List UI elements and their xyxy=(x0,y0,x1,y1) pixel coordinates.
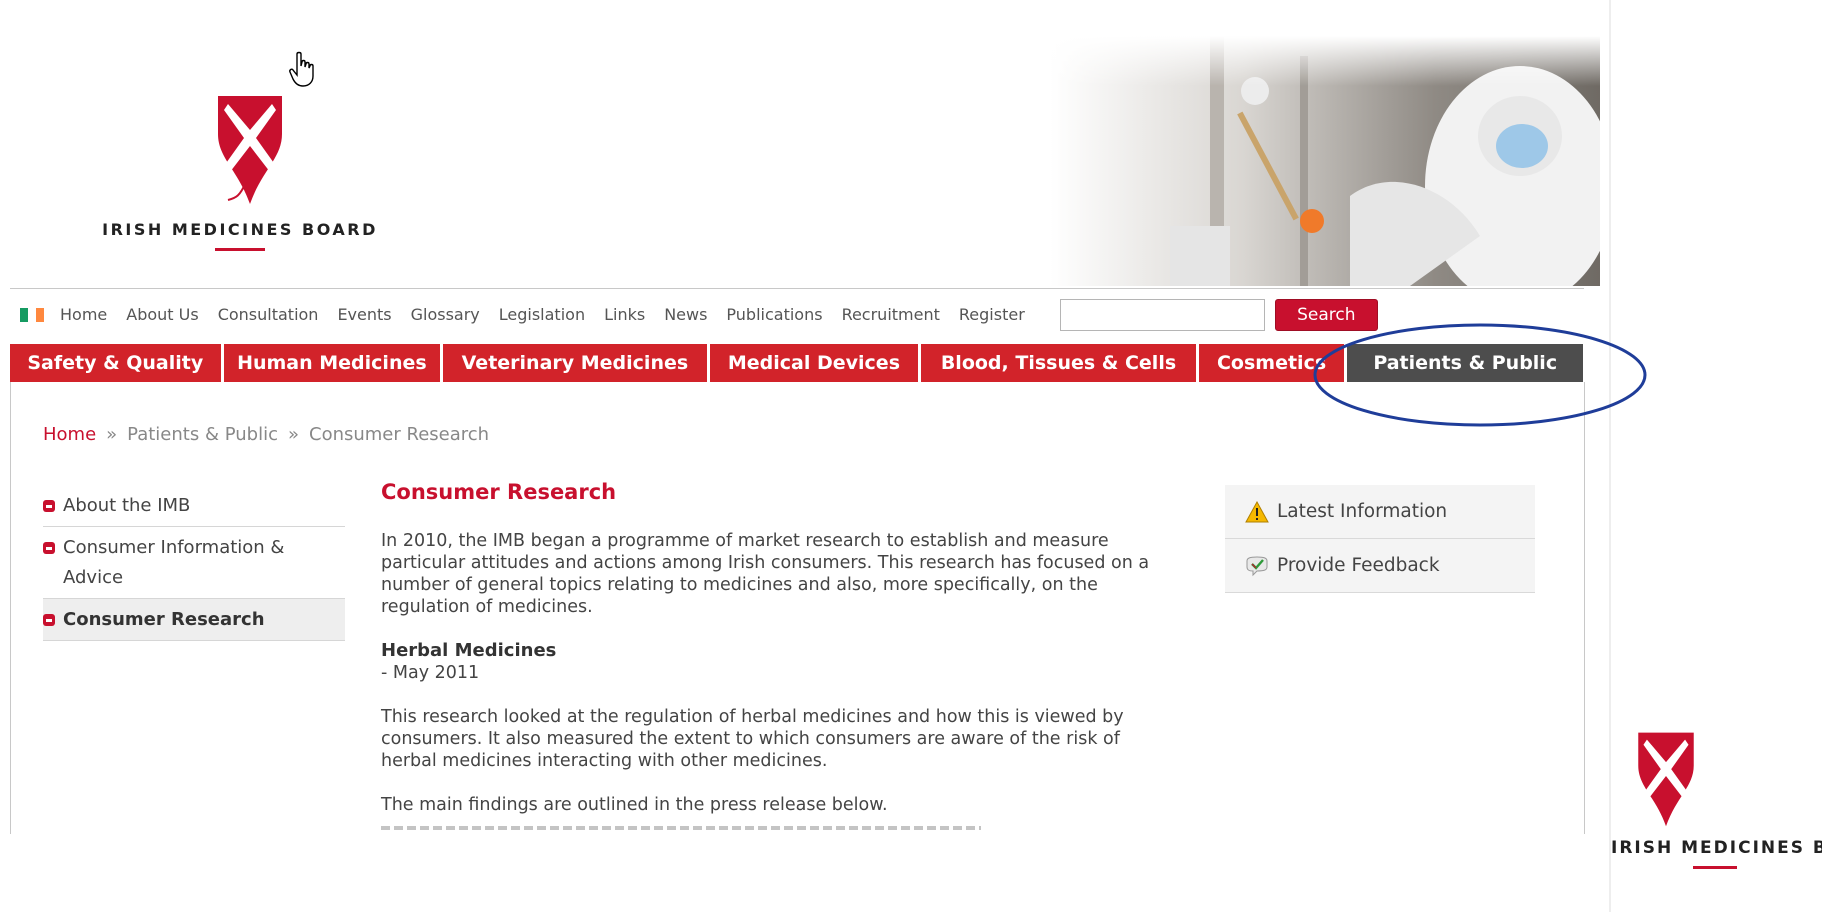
bullet-icon xyxy=(43,542,55,554)
imb-shield-icon xyxy=(1638,732,1694,827)
section-body: This research looked at the regulation o… xyxy=(381,707,1124,771)
nav-patients-public[interactable]: Patients & Public xyxy=(1347,344,1583,382)
info-box: Latest Information Provide Feedback xyxy=(1225,485,1535,593)
topnav-about-us[interactable]: About Us xyxy=(126,305,198,324)
breadcrumb: Home » Patients & Public » Consumer Rese… xyxy=(43,424,489,445)
topnav-glossary[interactable]: Glossary xyxy=(411,305,480,324)
sidemenu-label: Consumer Information & Advice xyxy=(63,537,285,588)
topnav-events[interactable]: Events xyxy=(337,305,391,324)
sidemenu-consumer-information[interactable]: Consumer Information & Advice xyxy=(43,527,345,599)
page-header: IRISH MEDICINES BOARD xyxy=(10,0,1600,288)
topnav-links[interactable]: Links xyxy=(604,305,645,324)
brand-underline xyxy=(215,248,265,251)
irish-flag-icon xyxy=(20,307,44,322)
breadcrumb-separator: » xyxy=(287,424,299,445)
brand-underline-secondary xyxy=(1693,866,1737,869)
top-navigation: Home About Us Consultation Events Glossa… xyxy=(10,288,1584,340)
clipped-text-line xyxy=(381,822,1181,832)
nav-safety-quality[interactable]: Safety & Quality xyxy=(10,344,221,382)
feedback-check-icon xyxy=(1246,555,1268,576)
topnav-home[interactable]: Home xyxy=(60,305,107,324)
findings-text: The main findings are outlined in the pr… xyxy=(381,795,888,815)
bullet-icon xyxy=(43,500,55,512)
latest-information-label: Latest Information xyxy=(1277,501,1448,522)
breadcrumb-patients-public[interactable]: Patients & Public xyxy=(127,424,278,445)
page-title: Consumer Research xyxy=(381,480,617,504)
side-menu: About the IMB Consumer Information & Adv… xyxy=(43,485,345,641)
section-title: Herbal Medicines xyxy=(381,640,557,661)
nav-medical-devices[interactable]: Medical Devices xyxy=(709,344,919,382)
article-intro: In 2010, the IMB began a programme of ma… xyxy=(381,531,1150,617)
nav-blood-tissues-cells[interactable]: Blood, Tissues & Cells xyxy=(921,344,1196,382)
brand-name-secondary: IRISH MEDICINES BOARD xyxy=(1611,838,1822,858)
sidemenu-consumer-research[interactable]: Consumer Research xyxy=(43,599,345,641)
hand-pointer-icon xyxy=(289,51,314,87)
hero-image xyxy=(1050,36,1600,286)
imb-shield-icon xyxy=(218,96,282,204)
sidemenu-label: About the IMB xyxy=(63,495,191,516)
brand-name: IRISH MEDICINES BOARD xyxy=(102,220,378,239)
imb-logo[interactable]: IRISH MEDICINES BOARD xyxy=(80,88,400,258)
topnav-recruitment[interactable]: Recruitment xyxy=(842,305,940,324)
topnav-consultation[interactable]: Consultation xyxy=(218,305,319,324)
warning-triangle-icon xyxy=(1245,500,1269,522)
main-navigation: Safety & Quality Human Medicines Veterin… xyxy=(10,344,1583,382)
imb-logo-secondary: IRISH MEDICINES BOARD xyxy=(1611,730,1822,912)
topnav-register[interactable]: Register xyxy=(959,305,1025,324)
breadcrumb-separator: » xyxy=(106,424,118,445)
section-date: - May 2011 xyxy=(381,663,480,683)
article: Consumer Research In 2010, the IMB began… xyxy=(381,480,1181,832)
topnav-news[interactable]: News xyxy=(664,305,707,324)
sidemenu-label: Consumer Research xyxy=(63,609,265,630)
search-input[interactable] xyxy=(1059,298,1265,331)
nav-veterinary-medicines[interactable]: Veterinary Medicines xyxy=(443,344,707,382)
nav-cosmetics[interactable]: Cosmetics xyxy=(1198,344,1345,382)
topnav-legislation[interactable]: Legislation xyxy=(499,305,585,324)
provide-feedback-link[interactable]: Provide Feedback xyxy=(1225,539,1535,593)
breadcrumb-home[interactable]: Home xyxy=(43,424,96,445)
latest-information-link[interactable]: Latest Information xyxy=(1225,485,1535,539)
nav-human-medicines[interactable]: Human Medicines xyxy=(223,344,441,382)
bullet-icon xyxy=(43,614,55,626)
sidemenu-about-imb[interactable]: About the IMB xyxy=(43,485,345,527)
topnav-publications[interactable]: Publications xyxy=(726,305,822,324)
breadcrumb-current: Consumer Research xyxy=(309,424,490,445)
provide-feedback-label: Provide Feedback xyxy=(1277,555,1440,576)
search-button[interactable]: Search xyxy=(1274,298,1378,331)
